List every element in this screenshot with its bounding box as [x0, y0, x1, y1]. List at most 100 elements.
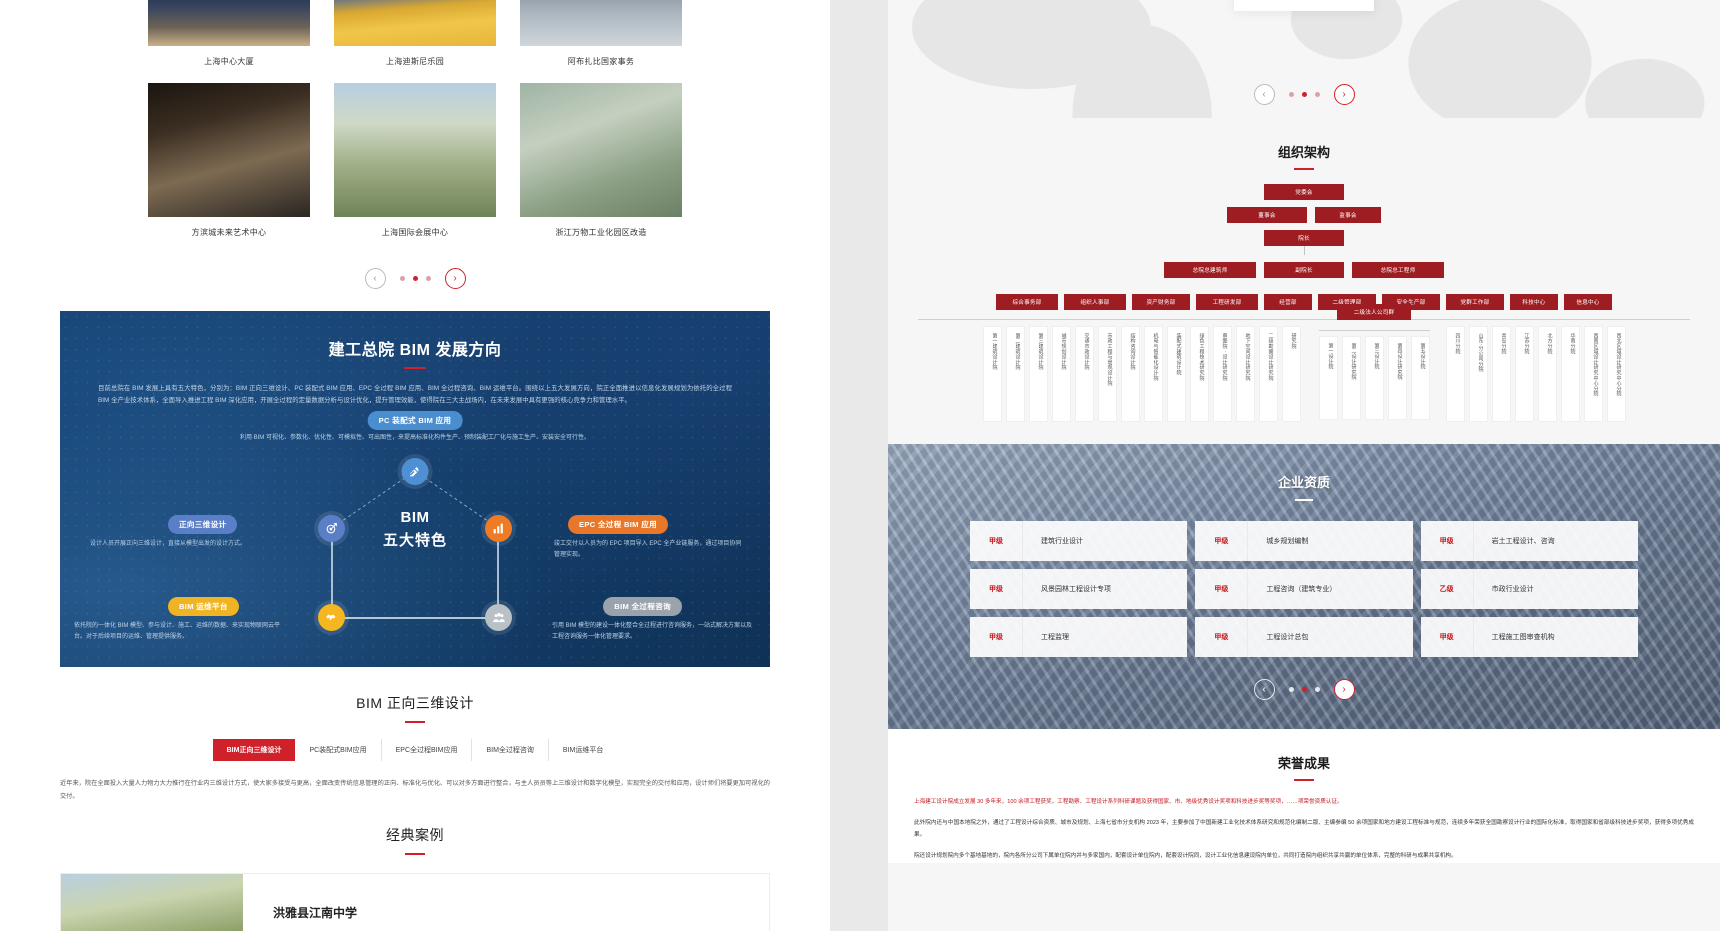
carousel-dot[interactable]: [1314, 92, 1320, 97]
bim-node-label-pc[interactable]: PC 装配式 BIM 应用: [367, 411, 463, 431]
project-image[interactable]: [334, 83, 496, 217]
org-leaf[interactable]: 装配式建筑设计院: [1166, 326, 1186, 422]
gallery-item[interactable]: 方滨城未来艺术中心: [148, 83, 310, 254]
org-box-chief-architect[interactable]: 总院总建筑师: [1164, 262, 1256, 278]
org-dept-business[interactable]: 经营部: [1264, 294, 1312, 310]
case-card[interactable]: 洪雅县江南中学: [60, 873, 770, 931]
gallery-item[interactable]: 浙江万物工业化园区改造: [520, 83, 682, 254]
project-image[interactable]: [148, 0, 310, 46]
qual-next-button[interactable]: ›: [1333, 679, 1355, 700]
org-dept-party-work[interactable]: 党群工作部: [1446, 294, 1504, 310]
project-caption: 上海中心大厦: [204, 57, 254, 66]
bim-node-label-epc[interactable]: EPC 全过程 BIM 应用: [567, 515, 668, 535]
org-leaf[interactable]: 第三设计院: [1364, 336, 1384, 420]
gallery-item[interactable]: 上海中心大厦: [148, 0, 310, 83]
org-dept-engineering-rd[interactable]: 工程研发部: [1196, 294, 1258, 310]
carousel-dot-active[interactable]: [412, 276, 418, 281]
org-dept-general-affairs[interactable]: 综合事务部: [996, 294, 1058, 310]
carousel-dot[interactable]: [1288, 687, 1294, 692]
carousel-dot[interactable]: [399, 276, 405, 281]
carousel-next-button[interactable]: ›: [444, 268, 466, 289]
tab-bim-consulting[interactable]: BIM全过程咨询: [472, 739, 549, 761]
bim-node-label-consult[interactable]: BIM 全过程咨询: [603, 597, 682, 617]
org-dept-info-center[interactable]: 信息中心: [1564, 294, 1612, 310]
org-box-party[interactable]: 党委会: [1264, 184, 1344, 200]
carousel-dot[interactable]: [1288, 92, 1294, 97]
bim-center-line1: BIM: [400, 509, 430, 527]
carousel-dot-active[interactable]: [1301, 92, 1307, 97]
org-leaf[interactable]: 第二建筑设计院: [1005, 326, 1025, 422]
qualification-card[interactable]: 乙级 市政行业设计: [1420, 569, 1638, 609]
org-leaf[interactable]: 绿色工程技术研究院: [1189, 326, 1209, 422]
org-leaf[interactable]: 江苏分院: [1514, 326, 1534, 422]
org-dept-tech-center[interactable]: 科技中心: [1510, 294, 1558, 310]
org-leaf[interactable]: 华南分院: [1560, 326, 1580, 422]
timeline-prev-button[interactable]: ‹: [1253, 84, 1275, 105]
case-card-body: 洪雅县江南中学: [243, 874, 769, 931]
gallery-row-2: 方滨城未来艺术中心 上海国际会展中心 浙江万物工业化园区改造: [148, 83, 682, 254]
tab-bim-forward-3d[interactable]: BIM正向三维设计: [212, 739, 296, 761]
org-leaf[interactable]: 交通市政设计院: [1074, 326, 1094, 422]
org-leaf[interactable]: 第三建筑设计院: [1028, 326, 1048, 422]
tab-pc-prefab-bim[interactable]: PC装配式BIM应用: [295, 739, 382, 761]
org-leaf[interactable]: 山东·分公司分院: [1468, 326, 1488, 422]
timeline-next-button[interactable]: ›: [1333, 84, 1355, 105]
org-leaf[interactable]: 审图院 · 设计研究院: [1212, 326, 1232, 422]
project-image[interactable]: [520, 83, 682, 217]
carousel-prev-button[interactable]: ‹: [364, 268, 386, 289]
gallery-item[interactable]: 上海迪斯尼乐园: [334, 0, 496, 83]
org-dept-finance[interactable]: 资产财务部: [1132, 294, 1190, 310]
carousel-dot-active[interactable]: [1301, 687, 1307, 692]
qualification-card[interactable]: 甲级 岩土工程设计、咨询: [1420, 521, 1638, 561]
qualification-card[interactable]: 甲级 工程咨询（建筑专业）: [1195, 569, 1413, 609]
qualification-card[interactable]: 甲级 建筑行业设计: [970, 521, 1188, 561]
org-leaf[interactable]: 第一建筑设计院: [982, 326, 1002, 422]
org-box-chief-engineer[interactable]: 总院总工程师: [1352, 262, 1444, 278]
case-thumbnail[interactable]: [61, 874, 243, 931]
qualification-card[interactable]: 甲级 城乡规划编制: [1195, 521, 1413, 561]
qualification-card[interactable]: 甲级 工程施工图审查机构: [1420, 617, 1638, 657]
org-dept-hr[interactable]: 组织人事部: [1064, 294, 1126, 310]
carousel-dot[interactable]: [1314, 687, 1320, 692]
org-box-board[interactable]: 董事会: [1227, 207, 1307, 223]
tab-epc-bim[interactable]: EPC全过程BIM应用: [382, 739, 473, 761]
org-leaf[interactable]: 青岛分院: [1491, 326, 1511, 422]
org-leaf[interactable]: 研究院: [1281, 326, 1301, 422]
org-leaf[interactable]: 城市规划设计院: [1051, 326, 1071, 422]
pane-gutter: [830, 0, 888, 931]
project-image[interactable]: [334, 0, 496, 46]
org-leaf[interactable]: 四川分院: [1445, 326, 1465, 422]
gallery-item[interactable]: 上海国际会展中心: [334, 83, 496, 254]
org-box-president[interactable]: 院长: [1264, 230, 1344, 246]
bim-node-label-forward3d[interactable]: 正向三维设计: [168, 515, 238, 535]
org-leaf[interactable]: 第二设计研究院: [1341, 336, 1361, 420]
org-box-supervisors[interactable]: 监事会: [1315, 207, 1381, 223]
project-image[interactable]: [148, 83, 310, 217]
right-scroll-pane[interactable]: 2019年 走向世界中国建筑 ‹ › 组织架构 党委会 董事会: [888, 0, 1720, 931]
gallery-item[interactable]: 阿布扎比国家事务: [520, 0, 682, 83]
qualification-card[interactable]: 甲级 工程设计总包: [1195, 617, 1413, 657]
org-leaf[interactable]: 二级勘察设计研究院: [1258, 326, 1278, 422]
org-sub-group-label[interactable]: 二级法人公司群: [1337, 304, 1411, 320]
timeline-year-card[interactable]: 2019年 走向世界中国建筑: [1234, 0, 1374, 11]
tab-bim-ops-platform[interactable]: BIM运维平台: [549, 739, 617, 761]
org-leaf[interactable]: 第一设计院: [1318, 336, 1338, 420]
bim-node-label-ops[interactable]: BIM 运维平台: [168, 597, 239, 617]
org-leaf[interactable]: 西南区域设计研究中心分院: [1583, 326, 1603, 422]
left-scroll-pane[interactable]: 上海中心大厦 上海迪斯尼乐园 阿布扎比国家事务 方滨城未来艺术中心 上海国际会展…: [0, 0, 830, 931]
org-leaf[interactable]: 市政工程与景观设计院: [1097, 326, 1117, 422]
org-leaf[interactable]: 西北区域设计研究中心分院: [1606, 326, 1626, 422]
project-image[interactable]: [520, 0, 682, 46]
org-leaf[interactable]: 第四设计研究院: [1387, 336, 1407, 420]
qualification-card[interactable]: 甲级 风景园林工程设计专项: [970, 569, 1188, 609]
org-leaf[interactable]: 北方分院: [1537, 326, 1557, 422]
qualification-card[interactable]: 甲级 工程监理: [970, 617, 1188, 657]
org-leaf[interactable]: 结构咨询设计院: [1120, 326, 1140, 422]
org-leaf[interactable]: 地下空间设计研究院: [1235, 326, 1255, 422]
carousel-dot[interactable]: [425, 276, 431, 281]
org-leaf[interactable]: 第五设计院: [1410, 336, 1430, 420]
qual-prev-button[interactable]: ‹: [1253, 679, 1275, 700]
qualification-level: 甲级: [1214, 538, 1229, 545]
org-box-vice-president[interactable]: 副院长: [1264, 262, 1344, 278]
org-leaf[interactable]: 机电与智能化设计院: [1143, 326, 1163, 422]
